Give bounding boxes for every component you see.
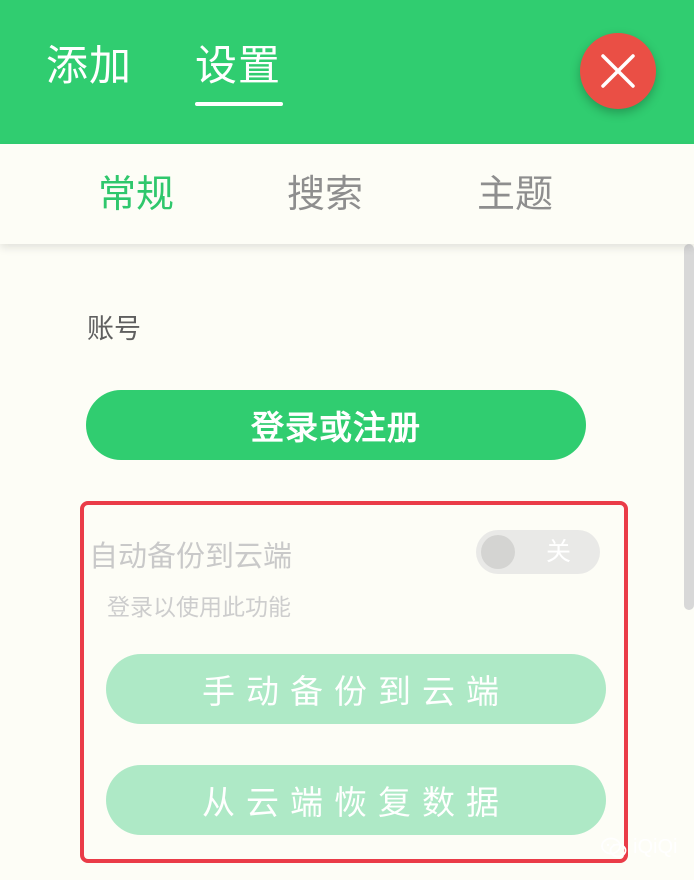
auto-backup-label: 自动备份到云端	[89, 539, 293, 573]
watermark-text: iQiQi	[633, 836, 678, 858]
scrollbar[interactable]	[684, 244, 694, 610]
auto-backup-toggle[interactable]: 关	[476, 530, 600, 574]
close-button[interactable]	[580, 33, 656, 109]
close-icon	[601, 54, 635, 88]
subtab-general[interactable]: 常规	[98, 168, 174, 220]
toggle-knob	[481, 535, 515, 569]
login-required-hint: 登录以使用此功能	[107, 595, 291, 621]
manual-backup-button[interactable]: 手动备份到云端	[106, 654, 606, 724]
subtab-search[interactable]: 搜索	[287, 168, 363, 220]
login-register-button[interactable]: 登录或注册	[86, 390, 586, 460]
tab-settings[interactable]: 设置	[195, 36, 281, 96]
account-section-label: 账号	[87, 314, 141, 345]
settings-subnav: 常规 搜索 主题	[0, 144, 694, 244]
subtab-theme[interactable]: 主题	[477, 168, 553, 220]
toggle-state-label: 关	[546, 537, 572, 566]
watermark: iQiQi	[601, 836, 677, 859]
tab-add[interactable]: 添加	[46, 36, 132, 96]
active-tab-indicator	[195, 102, 283, 106]
wechat-icon	[601, 837, 627, 857]
top-header: 添加 设置	[0, 0, 694, 144]
restore-from-cloud-button[interactable]: 从云端恢复数据	[106, 765, 606, 835]
